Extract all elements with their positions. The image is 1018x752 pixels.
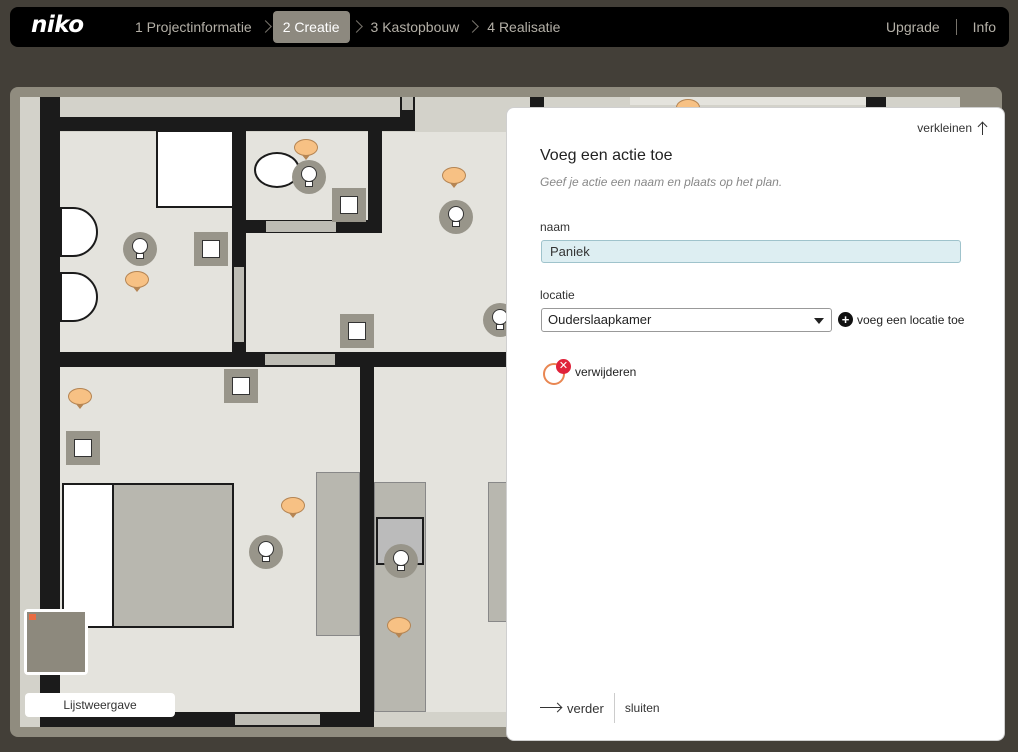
door-opening <box>266 221 336 232</box>
chevron-right-icon <box>259 11 273 43</box>
door-opening <box>265 354 335 365</box>
name-input[interactable] <box>541 240 961 263</box>
speech-bubble-icon[interactable] <box>387 617 411 638</box>
wall <box>360 352 374 727</box>
wall <box>866 97 886 107</box>
panel-subtitle: Geef je actie een naam en plaats op het … <box>540 175 783 189</box>
chevron-right-icon <box>350 11 364 43</box>
collapse-button[interactable]: verkleinen <box>917 121 988 135</box>
chevron-right-icon <box>466 11 480 43</box>
speech-bubble-icon[interactable] <box>281 497 305 518</box>
speech-bubble-icon[interactable] <box>68 388 92 409</box>
remove-icon: ✕ <box>543 359 571 385</box>
divider <box>613 693 615 723</box>
speech-bubble-icon[interactable] <box>442 167 466 188</box>
top-navigation-bar: niko 1 Projectinformatie 2 Creatie 3 Kas… <box>10 7 1009 47</box>
door-opening <box>234 267 244 342</box>
add-action-panel: verkleinen Voeg een actie toe Geef je ac… <box>506 107 1005 741</box>
step-breadcrumb: 1 Projectinformatie 2 Creatie 3 Kastopbo… <box>128 11 567 43</box>
light-bulb-icon[interactable] <box>384 544 418 578</box>
wall <box>530 97 544 107</box>
caret-down-icon <box>814 318 824 324</box>
step-projectinformatie[interactable]: 1 Projectinformatie <box>128 11 259 43</box>
list-view-button[interactable]: Lijstweergave <box>25 693 175 717</box>
step-kastopbouw[interactable]: 3 Kastopbouw <box>364 11 467 43</box>
divider <box>955 19 957 35</box>
wall-switch-icon[interactable] <box>340 314 374 348</box>
bed <box>112 483 234 628</box>
speech-bubble-icon[interactable] <box>125 271 149 292</box>
room-top-right <box>630 97 870 105</box>
close-button[interactable]: sluiten <box>625 701 660 715</box>
thumbnail-preview <box>27 612 85 672</box>
wall-switch-icon[interactable] <box>194 232 228 266</box>
step-creatie[interactable]: 2 Creatie <box>272 11 350 43</box>
wall-switch-icon[interactable] <box>332 188 366 222</box>
speech-bubble-icon[interactable] <box>294 139 318 160</box>
close-icon: ✕ <box>556 359 571 374</box>
next-button[interactable]: verder <box>567 701 604 716</box>
add-location-label: voeg een locatie toe <box>857 312 965 327</box>
plus-circle-icon: + <box>838 312 853 327</box>
upgrade-link[interactable]: Upgrade <box>886 19 940 35</box>
light-bulb-icon[interactable] <box>249 535 283 569</box>
light-bulb-icon[interactable] <box>123 232 157 266</box>
wall-switch-icon[interactable] <box>224 369 258 403</box>
wardrobe <box>316 472 360 636</box>
step-realisatie[interactable]: 4 Realisatie <box>480 11 567 43</box>
info-link[interactable]: Info <box>973 19 996 35</box>
light-bulb-icon[interactable] <box>292 160 326 194</box>
arrow-right-icon <box>540 703 562 713</box>
remove-action-button[interactable]: ✕ verwijderen <box>543 359 636 385</box>
door-opening <box>402 97 413 110</box>
remove-label: verwijderen <box>575 365 637 379</box>
collapse-label: verkleinen <box>917 121 972 135</box>
shower-tray <box>156 130 234 208</box>
top-right-links: Upgrade Info <box>886 7 996 47</box>
location-selected-value: Ouderslaapkamer <box>548 312 652 327</box>
light-bulb-icon[interactable] <box>439 200 473 234</box>
wall <box>368 117 382 233</box>
wall-switch-icon[interactable] <box>66 431 100 465</box>
bed-nightstand <box>62 483 114 628</box>
panel-title: Voeg een actie toe <box>540 147 673 164</box>
door-opening <box>235 714 320 725</box>
location-select[interactable]: Ouderslaapkamer <box>541 308 832 332</box>
arrow-up-icon <box>978 121 988 135</box>
add-location-button[interactable]: + voeg een locatie toe <box>838 312 964 327</box>
panel-footer: verder sluiten <box>540 693 660 723</box>
plan-thumbnail[interactable] <box>24 609 88 675</box>
name-label: naam <box>540 220 571 234</box>
niko-logo[interactable]: niko <box>31 12 84 38</box>
location-label: locatie <box>540 288 575 302</box>
